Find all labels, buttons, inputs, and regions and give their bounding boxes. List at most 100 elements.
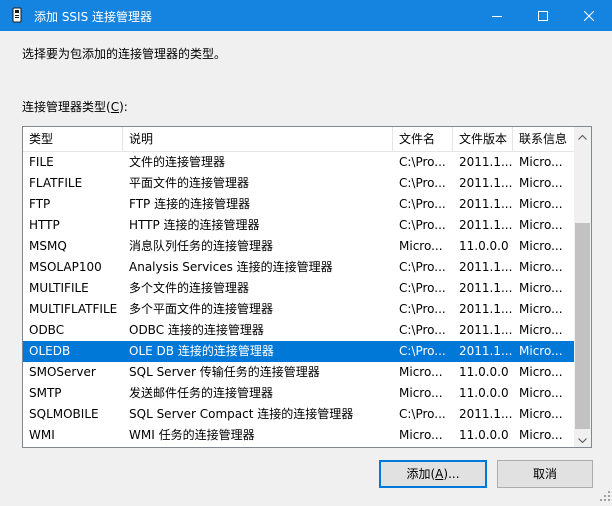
column-header-file-version[interactable]: 文件版本 (453, 127, 513, 151)
cell-filename: Micro... (399, 386, 443, 400)
cell-description: WMI 任务的连接管理器 (129, 428, 255, 442)
table-row[interactable]: MULTIFILE 多个文件的连接管理器 C:\Pro... 2011.1... Mic… (23, 278, 574, 299)
connection-type-label: 连接管理器类型(C): (22, 98, 128, 115)
scroll-up-button[interactable] (574, 127, 591, 144)
minimize-icon (492, 11, 502, 21)
cell-file-version: 2011.1... (459, 260, 513, 274)
table-row[interactable]: OLEDB OLE DB 连接的连接管理器 C:\Pro... 2011.1... Mi… (23, 341, 574, 362)
cell-file-version: 11.0.0.0 (459, 386, 509, 400)
column-header-type[interactable]: 类型 (23, 127, 123, 151)
cell-type: WMI (29, 428, 55, 442)
close-icon (584, 10, 594, 21)
cell-description: HTTP 连接的连接管理器 (129, 218, 260, 232)
cell-description: 消息队列任务的连接管理器 (129, 239, 274, 253)
table-row[interactable]: MSMQ 消息队列任务的连接管理器 Micro... 11.0.0.0 Micro... (23, 236, 574, 257)
cell-filename: C:\Pro... (399, 155, 446, 169)
table-row[interactable]: FILE 文件的连接管理器 C:\Pro... 2011.1... Micro... (23, 152, 574, 173)
cell-description: 文件的连接管理器 (129, 155, 226, 169)
cell-type: SMTP (29, 386, 62, 400)
table-row[interactable]: SQLMOBILE SQL Server Compact 连接的连接管理器 C:\P… (23, 404, 574, 425)
cell-filename: Micro... (399, 365, 443, 379)
cell-contact: Micro... (519, 197, 563, 211)
column-header-description[interactable]: 说明 (123, 127, 393, 151)
cell-filename: C:\Pro... (399, 344, 446, 358)
cell-description: ODBC 连接的连接管理器 (129, 323, 264, 337)
table-row[interactable]: MULTIFLATFILE 多个平面文件的连接管理器 C:\Pro... 2011.1… (23, 299, 574, 320)
cell-file-version: 2011.1... (459, 407, 513, 421)
cell-contact: Micro... (519, 281, 563, 295)
maximize-button[interactable] (520, 0, 566, 31)
cell-contact: Micro... (519, 155, 563, 169)
cell-type: MSMQ (29, 239, 67, 253)
cell-file-version: 2011.1... (459, 197, 513, 211)
ssis-app-icon (9, 7, 25, 23)
scrollbar-thumb[interactable] (575, 223, 590, 429)
cell-filename: C:\Pro... (399, 176, 446, 190)
column-header-contact[interactable]: 联系信息 (513, 127, 574, 151)
window-title: 添加 SSIS 连接管理器 (34, 10, 153, 24)
maximize-icon (538, 10, 548, 21)
cell-description: SQL Server 传输任务的连接管理器 (129, 365, 320, 379)
close-button[interactable] (566, 0, 612, 31)
cell-contact: Micro... (519, 260, 563, 274)
cell-type: OLEDB (29, 344, 71, 358)
scroll-down-button[interactable] (574, 430, 591, 447)
table-row[interactable]: MSOLAP100 Analysis Services 连接的连接管理器 C:\Pr… (23, 257, 574, 278)
cancel-button[interactable]: 取消 (497, 460, 593, 488)
label-suffix: ): (119, 100, 128, 114)
add-button[interactable]: 添加(A)... (379, 460, 487, 488)
cell-contact: Micro... (519, 176, 563, 190)
table-row[interactable]: SMTP 发送邮件任务的连接管理器 Micro... 11.0.0.0 Micro... (23, 383, 574, 404)
cell-description: 多个平面文件的连接管理器 (129, 302, 274, 316)
table-row[interactable]: ODBC ODBC 连接的连接管理器 C:\Pro... 2011.1... Micro… (23, 320, 574, 341)
table-row[interactable]: FLATFILE 平面文件的连接管理器 C:\Pro... 2011.1... Micr… (23, 173, 574, 194)
cell-description: 发送邮件任务的连接管理器 (129, 386, 274, 400)
cell-contact: Micro... (519, 344, 563, 358)
cell-contact: Micro... (519, 386, 563, 400)
cell-file-version: 11.0.0.0 (459, 428, 509, 442)
table-row[interactable]: FTP FTP 连接的连接管理器 C:\Pro... 2011.1... Micro..… (23, 194, 574, 215)
cell-contact: Micro... (519, 239, 563, 253)
cell-contact: Micro... (519, 218, 563, 232)
cell-contact: Micro... (519, 365, 563, 379)
cell-type: MSOLAP100 (29, 260, 102, 274)
cell-type: HTTP (29, 218, 60, 232)
connection-manager-list[interactable]: 类型 说明 文件名 文件版本 联系信息 FILE 文件的连接管理器 C:\Pro..… (22, 126, 592, 448)
table-row[interactable]: HTTP HTTP 连接的连接管理器 C:\Pro... 2011.1... Micro… (23, 215, 574, 236)
cell-filename: C:\Pro... (399, 407, 446, 421)
cell-type: SQLMOBILE (29, 407, 99, 421)
cell-filename: Micro... (399, 428, 443, 442)
cell-filename: Micro... (399, 239, 443, 253)
cell-filename: C:\Pro... (399, 197, 446, 211)
cell-type: SMOServer (29, 365, 96, 379)
title-bar: 添加 SSIS 连接管理器 (0, 0, 612, 31)
cell-contact: Micro... (519, 407, 563, 421)
cell-filename: C:\Pro... (399, 218, 446, 232)
cell-description: SQL Server Compact 连接的连接管理器 (129, 407, 354, 421)
cell-description: 多个文件的连接管理器 (129, 281, 250, 295)
list-header: 类型 说明 文件名 文件版本 联系信息 (23, 127, 574, 152)
cell-filename: C:\Pro... (399, 260, 446, 274)
table-row[interactable]: SMOServer SQL Server 传输任务的连接管理器 Micro... 11… (23, 362, 574, 383)
resize-grip-icon[interactable] (600, 490, 610, 504)
cell-description: 平面文件的连接管理器 (129, 176, 250, 190)
vertical-scrollbar[interactable] (574, 127, 591, 447)
cell-file-version: 2011.1... (459, 344, 513, 358)
cell-file-version: 2011.1... (459, 155, 513, 169)
table-row[interactable]: WMI WMI 任务的连接管理器 Micro... 11.0.0.0 Micro... (23, 425, 574, 446)
cell-file-version: 2011.1... (459, 323, 513, 337)
cell-file-version: 11.0.0.0 (459, 239, 509, 253)
cell-file-version: 2011.1... (459, 218, 513, 232)
scroll-up-arrow-icon (578, 129, 587, 143)
cell-file-version: 11.0.0.0 (459, 365, 509, 379)
minimize-button[interactable] (474, 0, 520, 31)
cell-type: MULTIFILE (29, 281, 89, 295)
cell-contact: Micro... (519, 428, 563, 442)
cell-description: Analysis Services 连接的连接管理器 (129, 260, 333, 274)
cell-type: FLATFILE (29, 176, 83, 190)
add-button-suffix: )... (443, 467, 460, 481)
scroll-down-arrow-icon (578, 432, 587, 446)
cell-file-version: 2011.1... (459, 281, 513, 295)
cell-file-version: 2011.1... (459, 176, 513, 190)
column-header-filename[interactable]: 文件名 (393, 127, 453, 151)
